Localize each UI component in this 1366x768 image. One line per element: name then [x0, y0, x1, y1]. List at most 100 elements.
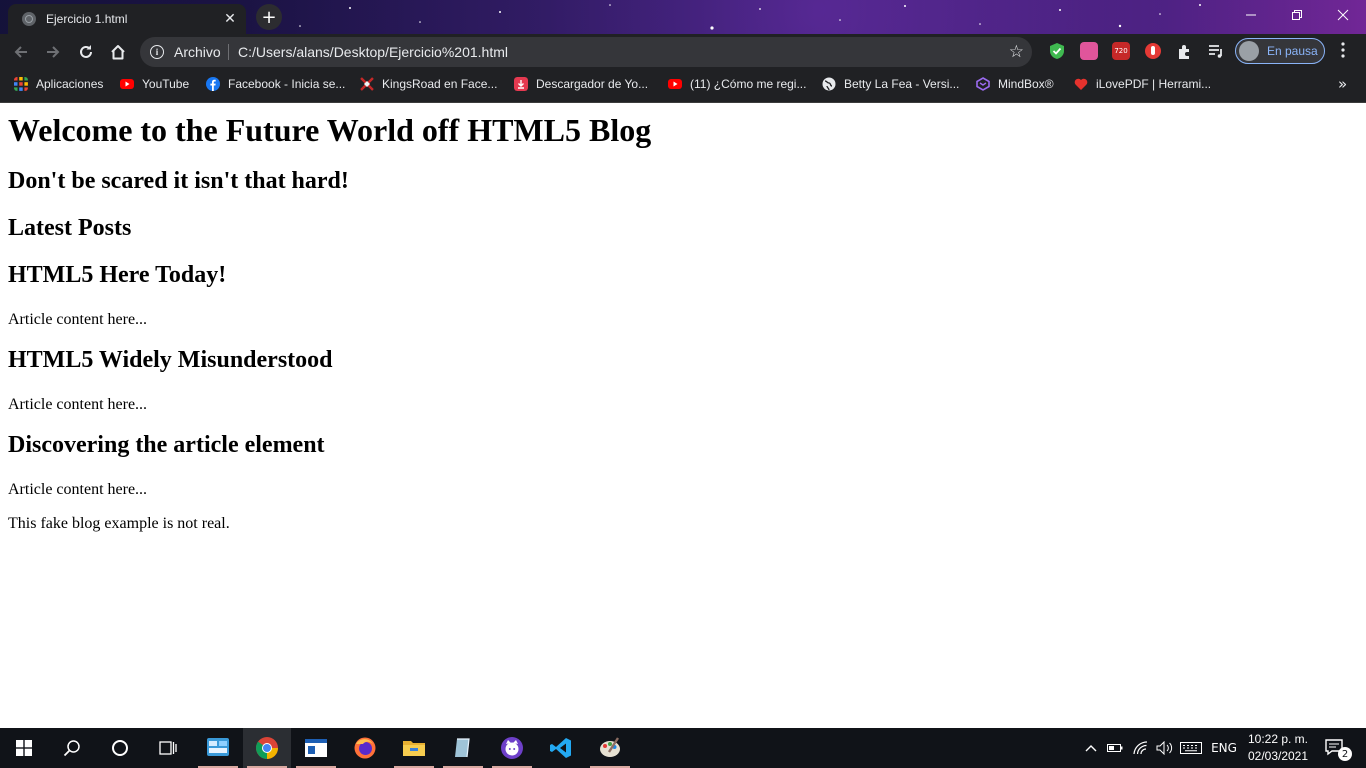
tab-close-icon[interactable]: ✕ — [222, 11, 238, 27]
forward-arrow-icon — [47, 46, 60, 58]
globe-icon — [822, 77, 836, 91]
bookmarks-overflow-button[interactable]: » — [1338, 70, 1347, 98]
minimize-button[interactable] — [1228, 0, 1274, 30]
new-tab-button[interactable]: + — [256, 4, 282, 30]
page-subtitle: Don't be scared it isn't that hard! — [8, 168, 349, 194]
bookmark-kingsroad[interactable]: KingsRoad en Face... — [360, 70, 497, 98]
keyboard-icon — [1180, 742, 1202, 754]
close-window-button[interactable] — [1320, 0, 1366, 30]
paint-icon — [600, 737, 620, 757]
bookmark-betty[interactable]: Betty La Fea - Versi... — [822, 70, 959, 98]
clock-date: 02/03/2021 — [1247, 749, 1309, 763]
mindbox-icon — [976, 77, 990, 91]
profile-status-label: En pausa — [1267, 44, 1318, 58]
control-panel-app[interactable] — [194, 728, 242, 768]
tab-title: Ejercicio 1.html — [46, 12, 128, 26]
bookmark-ilovepdf[interactable]: iLovePDF | Herrami... — [1074, 70, 1211, 98]
apps-grid-icon — [14, 77, 28, 91]
facebook-icon — [206, 77, 220, 91]
address-url[interactable]: C:/Users/alans/Desktop/Ejercicio%201.htm… — [238, 44, 508, 60]
avatar — [1239, 41, 1259, 61]
site-info-icon[interactable]: i — [150, 45, 164, 59]
task-view-icon — [159, 741, 177, 755]
article-content: Article content here... — [8, 481, 148, 498]
section-title: Latest Posts — [8, 215, 132, 241]
address-separator — [228, 44, 229, 60]
battery-button[interactable] — [1104, 728, 1126, 768]
search-button[interactable] — [48, 728, 96, 768]
kingsroad-icon — [360, 77, 374, 91]
bookmark-label: Descargador de Yo... — [536, 77, 649, 91]
clock[interactable]: 10:22 p. m. 02/03/2021 — [1238, 731, 1318, 765]
cortana-button[interactable] — [96, 728, 144, 768]
window-app[interactable] — [292, 728, 340, 768]
notepad-app[interactable] — [439, 728, 487, 768]
media-queue-icon[interactable] — [1207, 42, 1225, 60]
forward-button[interactable] — [41, 40, 65, 64]
search-icon — [63, 740, 80, 757]
input-language-button[interactable]: ENG — [1208, 728, 1240, 768]
video-720-extension-icon[interactable]: 720 — [1112, 42, 1130, 60]
network-button[interactable] — [1130, 728, 1152, 768]
task-view-button[interactable] — [144, 728, 192, 768]
shield-extension-icon[interactable] — [1048, 42, 1066, 60]
browser-menu-icon[interactable] — [1336, 42, 1350, 58]
extensions-puzzle-icon[interactable] — [1176, 42, 1194, 60]
home-icon — [111, 45, 125, 60]
kebab-menu-icon — [1341, 42, 1345, 58]
bookmark-descargador[interactable]: Descargador de Yo... — [514, 70, 648, 98]
notification-count-badge: 2 — [1338, 747, 1352, 761]
youtube-icon — [120, 79, 134, 89]
clock-time: 10:22 p. m. — [1247, 732, 1309, 746]
vscode-app[interactable] — [537, 728, 585, 768]
minimize-icon — [1246, 14, 1256, 16]
bookmark-youtube[interactable]: YouTube — [120, 70, 189, 98]
control-panel-icon — [207, 738, 229, 756]
windows-start-icon — [16, 740, 32, 756]
tray-overflow-button[interactable] — [1082, 728, 1100, 768]
browser-title-bar: Ejercicio 1.html ✕ + — [0, 0, 1366, 34]
page-title: Welcome to the Future World off HTML5 Bl… — [8, 112, 652, 148]
bookmark-label: Betty La Fea - Versi... — [844, 77, 960, 91]
reload-icon — [80, 45, 92, 58]
battery-icon — [1107, 744, 1123, 752]
back-button[interactable] — [9, 40, 33, 64]
bookmark-label: KingsRoad en Face... — [382, 77, 498, 91]
adblock-extension-icon[interactable] — [1144, 42, 1162, 60]
bookmark-label: MindBox® — [998, 77, 1054, 91]
volume-button[interactable] — [1154, 728, 1176, 768]
bookmarks-bar: Aplicaciones YouTube Facebook - Inicia s… — [0, 70, 1366, 103]
restore-icon — [1292, 10, 1302, 20]
speaker-icon — [1156, 741, 1173, 755]
restore-button[interactable] — [1274, 0, 1320, 30]
bookmark-label: YouTube — [142, 77, 190, 91]
home-button[interactable] — [106, 40, 130, 64]
bookmark-mindbox[interactable]: MindBox® — [976, 70, 1054, 98]
chevron-up-icon — [1085, 745, 1097, 752]
bookmark-apps[interactable]: Aplicaciones — [14, 70, 103, 98]
github-desktop-app[interactable] — [488, 728, 536, 768]
article-title: Discovering the article element — [8, 432, 325, 458]
paint-app[interactable] — [586, 728, 634, 768]
bookmark-youtube-video[interactable]: (11) ¿Cómo me regi... — [668, 70, 806, 98]
browser-tab[interactable]: Ejercicio 1.html ✕ — [8, 4, 246, 34]
file-favicon-icon — [22, 12, 36, 26]
forms-extension-icon[interactable] — [1080, 42, 1098, 60]
notepad-icon — [455, 738, 470, 758]
wifi-icon — [1133, 741, 1148, 755]
file-explorer-icon — [403, 741, 425, 756]
article-title: HTML5 Widely Misunderstood — [8, 347, 333, 373]
file-explorer-app[interactable] — [390, 728, 438, 768]
action-center-button[interactable]: 2 — [1318, 728, 1354, 768]
reload-button[interactable] — [74, 40, 98, 64]
address-bar[interactable]: i Archivo C:/Users/alans/Desktop/Ejercic… — [140, 37, 1032, 67]
page-content: Welcome to the Future World off HTML5 Bl… — [0, 103, 1366, 728]
bookmark-facebook[interactable]: Facebook - Inicia se... — [206, 70, 345, 98]
firefox-app[interactable] — [341, 728, 389, 768]
bookmark-star-icon[interactable]: ☆ — [1009, 42, 1024, 62]
chrome-app[interactable] — [243, 728, 291, 768]
profile-button[interactable]: En pausa — [1235, 38, 1325, 64]
start-button[interactable] — [0, 728, 48, 768]
touch-keyboard-button[interactable] — [1179, 728, 1203, 768]
browser-toolbar: i Archivo C:/Users/alans/Desktop/Ejercic… — [0, 34, 1366, 70]
